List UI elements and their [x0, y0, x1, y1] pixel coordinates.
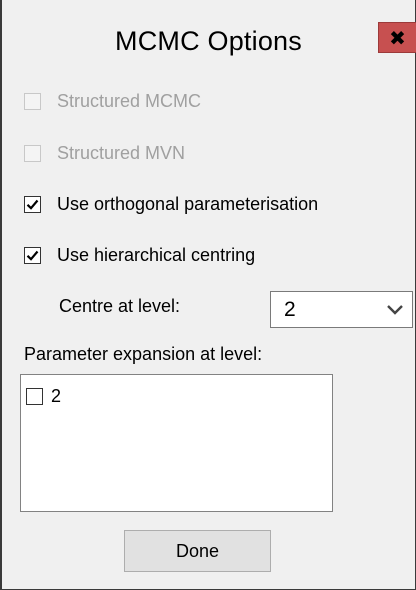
window-title: MCMC Options — [115, 26, 302, 56]
done-button[interactable]: Done — [124, 530, 271, 572]
centre-level-label: Centre at level: — [59, 296, 181, 316]
hierarchical-centring-checkbox[interactable] — [24, 246, 41, 264]
structured-mcmc-option: Structured MCMC — [24, 89, 201, 113]
close-button[interactable]: ✖ — [378, 22, 416, 53]
structured-mcmc-checkbox — [24, 92, 41, 110]
structured-mvn-checkbox — [24, 144, 41, 162]
hierarchical-centring-label: Use hierarchical centring — [57, 244, 256, 265]
centre-level-value: 2 — [284, 298, 296, 321]
structured-mvn-option: Structured MVN — [24, 141, 185, 165]
parameter-expansion-label: Parameter expansion at level: — [24, 344, 263, 364]
checkmark-icon — [26, 199, 39, 210]
list-item[interactable]: 2 — [26, 386, 61, 407]
checkmark-icon — [26, 250, 39, 261]
hierarchical-centring-option[interactable]: Use hierarchical centring — [24, 243, 255, 267]
orthogonal-parameterisation-checkbox[interactable] — [24, 195, 41, 213]
mcmc-options-dialog: MCMC Options ✖ Structured MCMC Structure… — [0, 0, 416, 590]
centre-level-select[interactable]: 2 — [270, 291, 413, 328]
orthogonal-parameterisation-label: Use orthogonal parameterisation — [57, 193, 319, 214]
level-2-checkbox[interactable] — [26, 388, 43, 405]
structured-mvn-label: Structured MVN — [57, 142, 186, 163]
title-bar[interactable]: MCMC Options ✖ — [2, 0, 416, 80]
chevron-down-icon — [387, 305, 403, 315]
parameter-expansion-list[interactable]: 2 — [20, 374, 333, 512]
close-icon: ✖ — [389, 25, 406, 50]
list-item-label: 2 — [51, 386, 62, 406]
orthogonal-parameterisation-option[interactable]: Use orthogonal parameterisation — [24, 192, 318, 216]
structured-mcmc-label: Structured MCMC — [57, 90, 202, 111]
